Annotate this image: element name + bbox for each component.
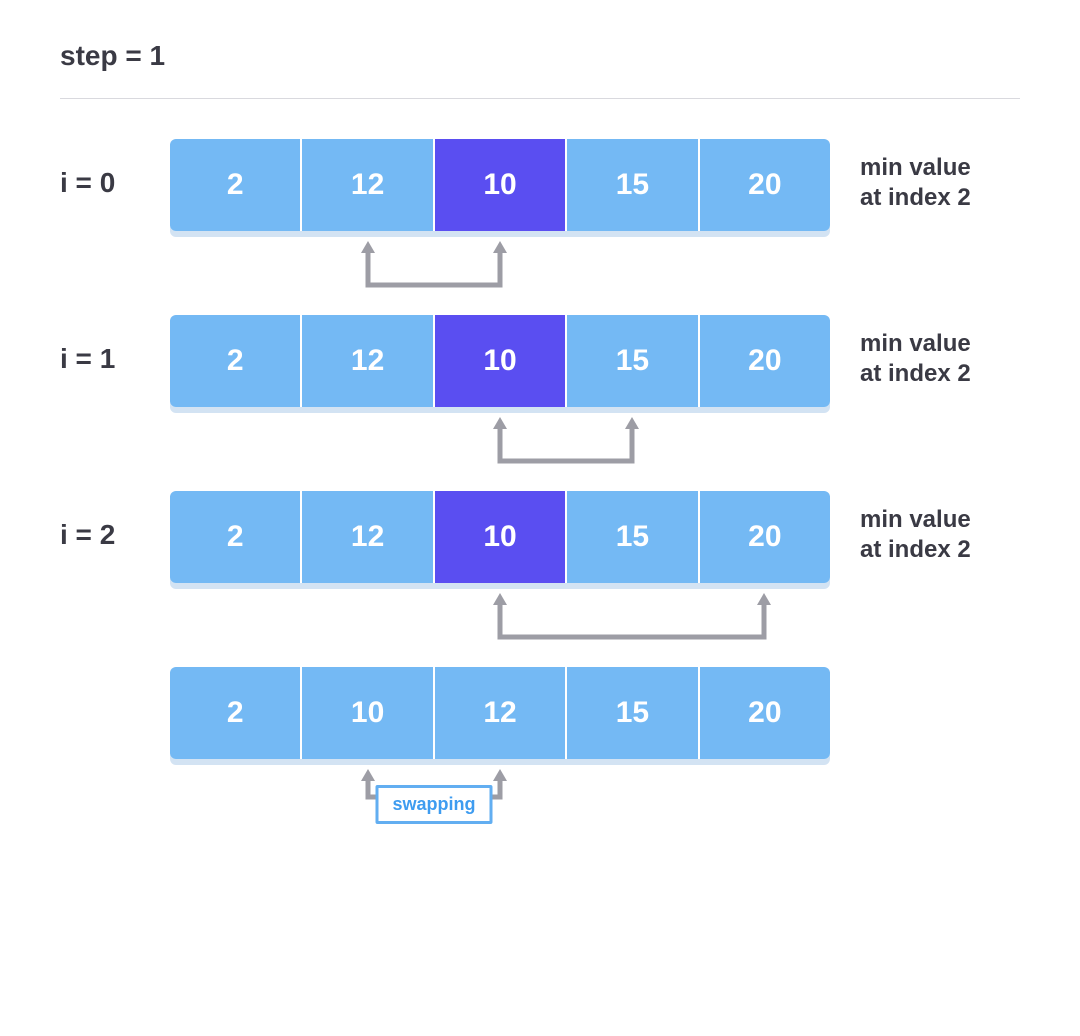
array-wrap: 212101520 [170, 491, 830, 583]
min-value-label: min valueat index 2 [860, 153, 971, 213]
step-label: step = 1 [60, 40, 1020, 72]
array: 212101520 [170, 139, 830, 231]
array-cell: 2 [170, 491, 302, 583]
array-cell: 12 [302, 315, 434, 407]
array-cell: 12 [302, 139, 434, 231]
min-value-label: min valueat index 2 [860, 505, 971, 565]
compare-connector [170, 593, 830, 661]
array-cell: 15 [567, 667, 699, 759]
min-value-label-line2: at index 2 [860, 535, 971, 565]
array-cell: 12 [302, 491, 434, 583]
array: 212101520 [170, 315, 830, 407]
min-value-label-line2: at index 2 [860, 359, 971, 389]
compare-connector [170, 417, 830, 485]
diagram-row: i = 1212101520 min valueat index 2 [60, 315, 1020, 407]
array-wrap: 212101520 [170, 315, 830, 407]
array-cell: 12 [435, 667, 567, 759]
diagram-row: 210121520 [60, 667, 1020, 759]
array-cell: 2 [170, 667, 302, 759]
array: 212101520 [170, 491, 830, 583]
min-value-label-line2: at index 2 [860, 183, 971, 213]
array-cell-min: 10 [435, 315, 567, 407]
array-cell: 20 [700, 491, 830, 583]
array: 210121520 [170, 667, 830, 759]
row-i-label: i = 2 [60, 519, 170, 551]
array-cell-min: 10 [435, 491, 567, 583]
divider [60, 98, 1020, 99]
min-value-label: min valueat index 2 [860, 329, 971, 389]
swap-badge: swapping [375, 785, 492, 824]
array-cell: 15 [567, 315, 699, 407]
array-cell: 2 [170, 315, 302, 407]
array-cell: 20 [700, 139, 830, 231]
array-cell: 20 [700, 315, 830, 407]
array-cell: 20 [700, 667, 830, 759]
array-cell: 15 [567, 491, 699, 583]
rows-container: i = 0212101520min valueat index 2i = 121… [60, 139, 1020, 837]
diagram-row: i = 0212101520 min valueat index 2 [60, 139, 1020, 231]
array-wrap: 212101520 [170, 139, 830, 231]
array-cell: 15 [567, 139, 699, 231]
swap-connector: swapping [170, 769, 830, 837]
diagram-row: i = 2212101520 min valueat index 2 [60, 491, 1020, 583]
min-value-label-line1: min value [860, 329, 971, 359]
row-i-label: i = 0 [60, 167, 170, 199]
row-i-label: i = 1 [60, 343, 170, 375]
array-wrap: 210121520 [170, 667, 830, 759]
array-cell: 10 [302, 667, 434, 759]
min-value-label-line1: min value [860, 505, 971, 535]
min-value-label-line1: min value [860, 153, 971, 183]
array-cell: 2 [170, 139, 302, 231]
compare-connector [170, 241, 830, 309]
array-cell-min: 10 [435, 139, 567, 231]
